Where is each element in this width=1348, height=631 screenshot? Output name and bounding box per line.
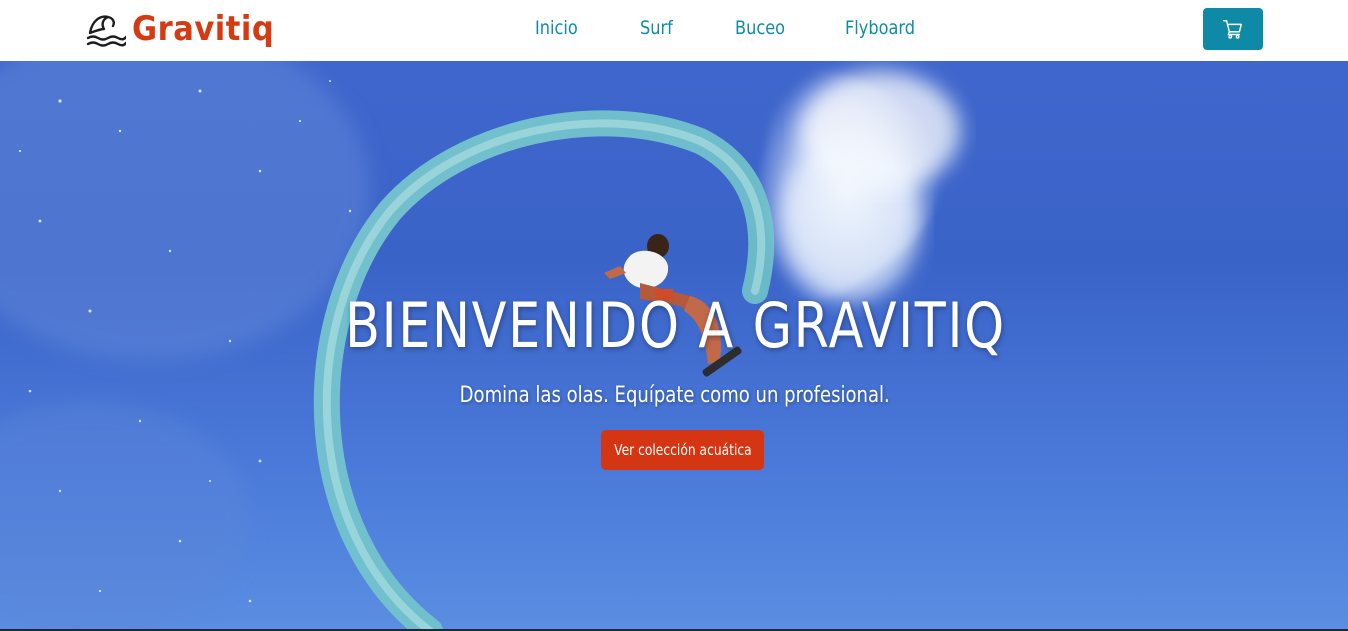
- nav-item-inicio[interactable]: Inicio: [535, 17, 578, 39]
- hero-subtitle: Domina las olas. Equípate como un profes…: [459, 383, 890, 408]
- hero-title: BIENVENIDO A GRAVITIQ: [345, 289, 1006, 362]
- nav-item-surf[interactable]: Surf: [640, 17, 673, 39]
- cta-button-label: Ver colección acuática: [613, 441, 752, 459]
- hero-banner: BIENVENIDO A GRAVITIQ Domina las olas. E…: [0, 61, 1348, 631]
- cta-button[interactable]: Ver colección acuática: [601, 430, 764, 470]
- nav-item-buceo[interactable]: Buceo: [735, 17, 785, 39]
- nav-item-flyboard[interactable]: Flyboard: [845, 17, 915, 39]
- main-nav: Inicio Surf Buceo Flyboard: [0, 0, 1348, 61]
- cart-icon: [1223, 20, 1242, 39]
- cart-button[interactable]: [1203, 8, 1263, 50]
- navbar: Gravitiq Inicio Surf Buceo Flyboard: [0, 0, 1348, 61]
